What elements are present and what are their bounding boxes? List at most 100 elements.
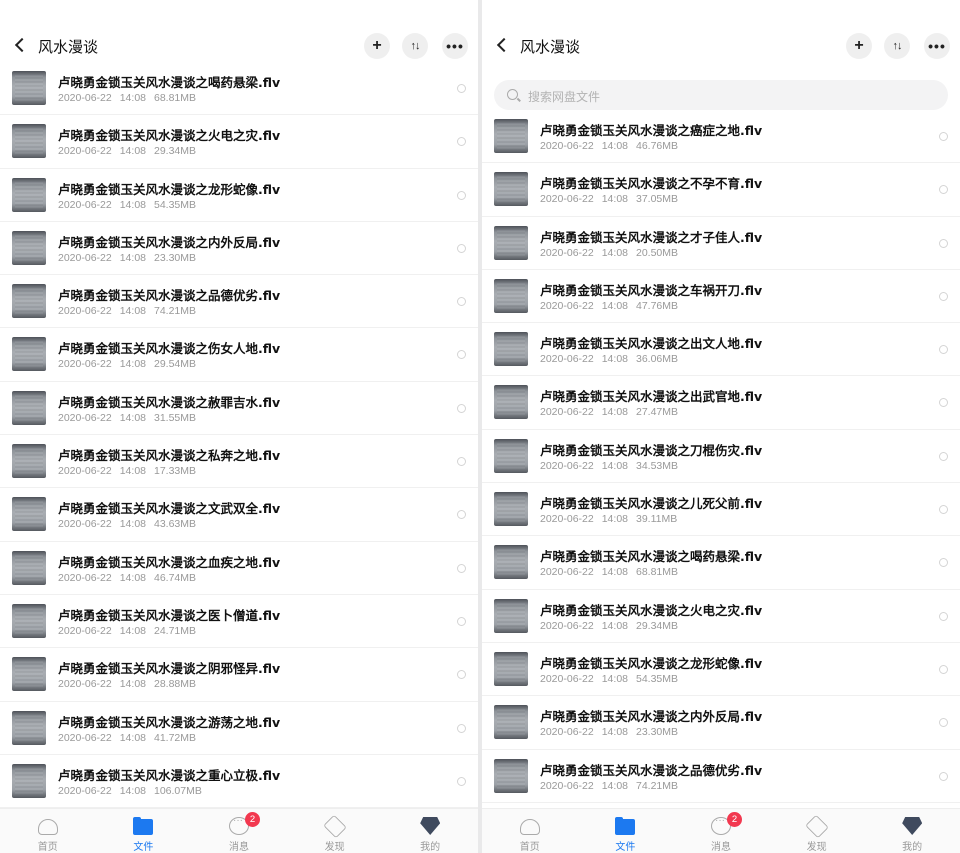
select-radio[interactable] bbox=[939, 132, 948, 141]
folder-icon bbox=[615, 817, 636, 835]
file-meta: 2020-06-22 14:08 34.53MB bbox=[540, 460, 686, 472]
file-name: 卢晓勇金锁玉关风水漫谈之火电之灾.flv bbox=[58, 128, 281, 144]
file-name: 卢晓勇金锁玉关风水漫谈之不孕不育.flv bbox=[540, 176, 763, 192]
file-list-item[interactable]: 卢晓勇金锁玉关风水漫谈之喝药悬梁.flv 2020-06-22 14:08 68.81… bbox=[482, 536, 960, 590]
select-radio[interactable] bbox=[457, 776, 466, 786]
tab-item[interactable]: 我的 bbox=[864, 809, 960, 853]
more-button[interactable]: ••• bbox=[924, 33, 950, 59]
select-radio[interactable] bbox=[457, 297, 466, 307]
video-thumbnail bbox=[12, 763, 46, 798]
file-size: 29.34MB bbox=[636, 619, 679, 632]
select-radio[interactable] bbox=[457, 84, 466, 93]
select-radio[interactable] bbox=[457, 616, 466, 626]
file-list-item[interactable]: 卢晓勇金锁玉关风水漫谈之血疾之地.flv 2020-06-22 14:08 46.74… bbox=[0, 542, 478, 595]
select-radio[interactable] bbox=[457, 350, 466, 360]
file-size: 54.35MB bbox=[636, 672, 679, 685]
tab-item[interactable]: 发现 bbox=[769, 809, 865, 853]
tab-item[interactable]: 消息 2 bbox=[673, 809, 769, 853]
file-list-item[interactable]: 卢晓勇金锁玉关风水漫谈之医卜僧道.flv 2020-06-22 14:08 24.71… bbox=[0, 595, 478, 649]
file-list-item[interactable]: 卢晓勇金锁玉关风水漫谈之游荡之地.flv 2020-06-22 14:08 41.72… bbox=[0, 702, 478, 755]
file-time: 14:08 bbox=[119, 465, 146, 478]
file-list-item[interactable]: 卢晓勇金锁玉关风水漫谈之才子佳人.flv 2020-06-22 14:08 20.50… bbox=[482, 217, 960, 270]
sort-button[interactable]: ↑↓ bbox=[402, 33, 428, 59]
search-input[interactable]: 搜索网盘文件 bbox=[494, 80, 948, 110]
select-radio[interactable] bbox=[939, 185, 948, 195]
file-list-item[interactable]: 卢晓勇金锁玉关风水漫谈之龙形蛇像.flv 2020-06-22 14:08 54.35… bbox=[482, 643, 960, 697]
file-date: 2020-06-22 bbox=[540, 140, 594, 152]
file-size: 37.05MB bbox=[636, 193, 679, 206]
select-radio[interactable] bbox=[939, 451, 948, 461]
add-button[interactable]: + bbox=[364, 33, 390, 59]
file-name: 卢晓勇金锁玉关风水漫谈之品德优劣.flv bbox=[58, 288, 281, 304]
file-list-item[interactable]: 卢晓勇金锁玉关风水漫谈之内外反局.flv 2020-06-22 14:08 23.30… bbox=[0, 222, 478, 276]
back-arrow-icon[interactable] bbox=[14, 34, 28, 58]
file-list-item[interactable]: 卢晓勇金锁玉关风水漫谈之私奔之地.flv 2020-06-22 14:08 17.33… bbox=[0, 435, 478, 489]
file-list-item[interactable]: 卢晓勇金锁玉关风水漫谈之儿死父前.flv 2020-06-22 14:08 39.11… bbox=[482, 483, 960, 537]
file-name: 卢晓勇金锁玉关风水漫谈之车祸开刀.flv bbox=[540, 282, 763, 298]
file-list-item[interactable]: 卢晓勇金锁玉关风水漫谈之龙形蛇像.flv 2020-06-22 14:08 54.35… bbox=[0, 169, 478, 222]
tab-label: 发现 bbox=[806, 842, 827, 853]
tab-item[interactable]: 首页 bbox=[482, 809, 578, 853]
tab-item[interactable]: 文件 bbox=[578, 809, 674, 853]
file-meta: 2020-06-22 14:08 20.50MB bbox=[540, 247, 686, 259]
select-radio[interactable] bbox=[939, 238, 948, 248]
tab-item[interactable]: 发现 bbox=[287, 809, 383, 853]
select-radio[interactable] bbox=[457, 457, 466, 467]
file-list-item[interactable]: 卢晓勇金锁玉关风水漫谈之伤女人地.flv 2020-06-22 14:08 29.54… bbox=[0, 328, 478, 382]
select-radio[interactable] bbox=[457, 723, 466, 733]
select-radio[interactable] bbox=[939, 558, 948, 568]
file-list-item[interactable]: 卢晓勇金锁玉关风水漫谈之车祸开刀.flv 2020-06-22 14:08 47.76… bbox=[482, 270, 960, 324]
file-meta: 2020-06-22 14:08 106.07MB bbox=[58, 785, 210, 797]
video-thumbnail bbox=[494, 438, 528, 473]
file-list-item[interactable]: 卢晓勇金锁玉关风水漫谈之癌症之地.flv 2020-06-22 14:08 46.76… bbox=[482, 110, 960, 164]
select-radio[interactable] bbox=[939, 664, 948, 674]
file-list-item[interactable]: 卢晓勇金锁玉关风水漫谈之刀棍伤灾.flv 2020-06-22 14:08 34.53… bbox=[482, 430, 960, 484]
select-radio[interactable] bbox=[457, 190, 466, 200]
file-list-item[interactable]: 卢晓勇金锁玉关风水漫谈之内外反局.flv 2020-06-22 14:08 23.30… bbox=[482, 696, 960, 750]
file-list-item[interactable]: 卢晓勇金锁玉关风水漫谈之阴邪怪异.flv 2020-06-22 14:08 28.88… bbox=[0, 648, 478, 702]
select-radio[interactable] bbox=[457, 137, 466, 147]
select-radio[interactable] bbox=[457, 563, 466, 573]
file-time: 14:08 bbox=[119, 305, 146, 318]
select-radio[interactable] bbox=[939, 611, 948, 621]
video-thumbnail bbox=[494, 332, 528, 367]
add-button[interactable]: + bbox=[846, 33, 872, 59]
file-name: 卢晓勇金锁玉关风水漫谈之出武官地.flv bbox=[540, 389, 763, 405]
file-date: 2020-06-22 bbox=[58, 358, 112, 371]
tab-item[interactable]: 我的 bbox=[382, 809, 478, 853]
file-list-item[interactable]: 卢晓勇金锁玉关风水漫谈之文武双全.flv 2020-06-22 14:08 43.63… bbox=[0, 488, 478, 542]
file-size: 27.47MB bbox=[636, 406, 679, 419]
tab-item[interactable]: 首页 bbox=[0, 809, 96, 853]
sort-button[interactable]: ↑↓ bbox=[884, 33, 910, 59]
file-list-item[interactable]: 卢晓勇金锁玉关风水漫谈之火电之灾.flv 2020-06-22 14:08 29.34… bbox=[0, 115, 478, 169]
file-list-item[interactable]: 卢晓勇金锁玉关风水漫谈之品德优劣.flv 2020-06-22 14:08 74.21… bbox=[0, 275, 478, 329]
file-size: 54.35MB bbox=[154, 198, 197, 211]
file-meta: 2020-06-22 14:08 29.54MB bbox=[58, 358, 204, 370]
select-radio[interactable] bbox=[939, 291, 948, 301]
tab-item[interactable]: 消息 2 bbox=[191, 809, 287, 853]
select-radio[interactable] bbox=[939, 398, 948, 408]
select-radio[interactable] bbox=[939, 718, 948, 728]
file-list-item[interactable]: 卢晓勇金锁玉关风水漫谈之出武官地.flv 2020-06-22 14:08 27.47… bbox=[482, 376, 960, 430]
file-list-item[interactable]: 卢晓勇金锁玉关风水漫谈之赦罪吉水.flv 2020-06-22 14:08 31.55… bbox=[0, 382, 478, 436]
select-radio[interactable] bbox=[457, 510, 466, 520]
back-arrow-icon[interactable] bbox=[496, 34, 510, 58]
select-radio[interactable] bbox=[457, 670, 466, 680]
file-list-item[interactable]: 卢晓勇金锁玉关风水漫谈之品德优劣.flv 2020-06-22 14:08 74.21… bbox=[482, 750, 960, 803]
file-list-item[interactable]: 卢晓勇金锁玉关风水漫谈之重心立极.flv 2020-06-22 14:08 106.0… bbox=[0, 755, 478, 808]
file-list-item[interactable]: 卢晓勇金锁玉关风水漫谈之出文人地.flv 2020-06-22 14:08 36.06… bbox=[482, 323, 960, 377]
file-size: 74.21MB bbox=[636, 779, 679, 792]
more-button[interactable]: ••• bbox=[442, 33, 468, 59]
file-size: 68.81MB bbox=[154, 92, 197, 104]
file-size: 39.11MB bbox=[636, 513, 678, 526]
video-thumbnail bbox=[12, 390, 46, 425]
select-radio[interactable] bbox=[457, 403, 466, 413]
select-radio[interactable] bbox=[939, 345, 948, 355]
file-list-item[interactable]: 卢晓勇金锁玉关风水漫谈之火电之灾.flv 2020-06-22 14:08 29.34… bbox=[482, 590, 960, 643]
file-list-item[interactable]: 卢晓勇金锁玉关风水漫谈之不孕不育.flv 2020-06-22 14:08 37.05… bbox=[482, 163, 960, 217]
file-name: 卢晓勇金锁玉关风水漫谈之品德优劣.flv bbox=[540, 762, 763, 778]
tab-item[interactable]: 文件 bbox=[96, 809, 192, 853]
select-radio[interactable] bbox=[939, 771, 948, 781]
select-radio[interactable] bbox=[939, 505, 948, 515]
select-radio[interactable] bbox=[457, 243, 466, 253]
